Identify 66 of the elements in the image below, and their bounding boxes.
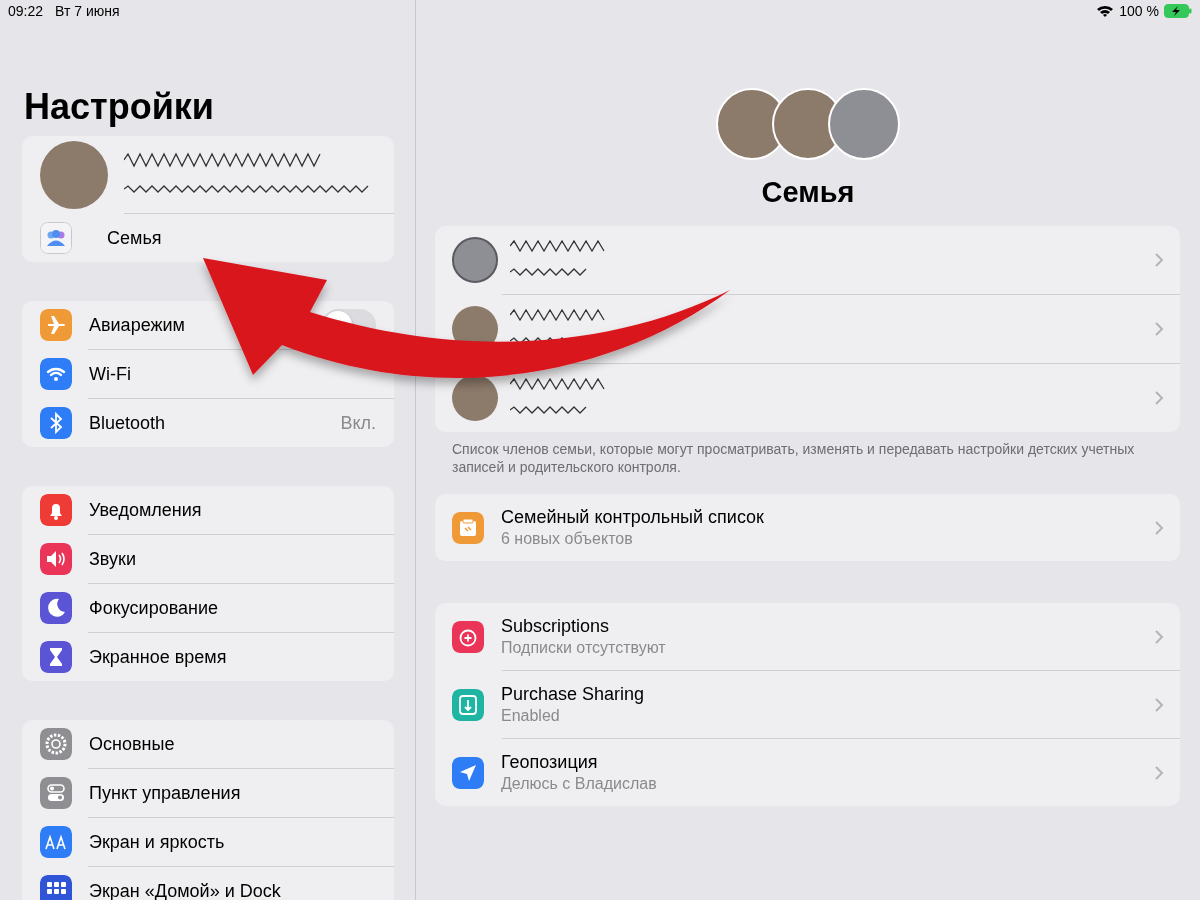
bell-icon (40, 494, 72, 526)
wifi-icon (40, 358, 72, 390)
settings-row[interactable]: Фокусирование (22, 584, 394, 632)
service-subtitle: Подписки отсутствуют (501, 639, 667, 657)
service-row[interactable]: Геопозиция Делюсь с Владислав (435, 739, 1180, 806)
footnote-text: Список членов семьи, которые могут просматривать, изменять и передавать настройки детских учетных записей и родительского контроля. (451, 440, 1136, 477)
hourglass-icon (40, 641, 72, 673)
speaker-icon (40, 543, 72, 575)
service-row[interactable]: Subscriptions Подписки отсутствуют (435, 603, 1180, 670)
chevron-icon (1154, 321, 1164, 337)
settings-row[interactable]: Уведомления (22, 486, 394, 534)
family-row[interactable]: Семья (22, 214, 394, 262)
avatar (452, 375, 498, 421)
download-icon (452, 688, 484, 721)
family-icon (40, 222, 72, 254)
family-title: Семья (761, 176, 855, 210)
row-label: Уведомления (89, 499, 203, 521)
row-label: Звуки (89, 548, 137, 570)
service-title: Purchase Sharing (501, 684, 646, 705)
settings-row[interactable]: Экранное время (22, 633, 394, 681)
row-label: Wi-Fi (89, 363, 132, 385)
service-row[interactable]: Purchase Sharing Enabled (435, 671, 1180, 738)
moon-icon (40, 592, 72, 624)
settings-row[interactable]: Звуки (22, 535, 394, 583)
row-label: Основные (89, 733, 176, 755)
row-label: Экран «Домой» и Dock (89, 880, 282, 900)
chevron-icon (1154, 519, 1164, 536)
status-date: Вт 7 июня (55, 3, 120, 19)
chevron-icon (1154, 252, 1164, 268)
checklist-row[interactable]: Семейный контрольный список 6 новых объектов (435, 494, 1180, 561)
row-label: Экран и яркость (89, 831, 226, 853)
grid-icon (40, 875, 72, 900)
chevron-icon (1154, 628, 1164, 645)
chevron-icon (1154, 390, 1164, 406)
row-label: Пункт управления (89, 782, 242, 804)
settings-row[interactable]: Экран и яркость (22, 818, 394, 866)
wifi-icon (1096, 4, 1115, 18)
service-title: Геопозиция (501, 752, 599, 773)
checklist-title: Семейный контрольный список (501, 507, 765, 528)
row-label: Авиарежим (89, 314, 186, 336)
service-title: Subscriptions (501, 616, 611, 637)
row-label: Экранное время (89, 646, 228, 668)
settings-row[interactable]: Экран «Домой» и Dock (22, 867, 394, 900)
letters-icon (40, 826, 72, 858)
checklist-subtitle: 6 новых объектов (501, 530, 634, 548)
settings-row[interactable]: Пункт управления (22, 769, 394, 817)
settings-row[interactable]: Основные (22, 720, 394, 768)
bluetooth-icon (40, 407, 72, 439)
airplane-icon (40, 309, 72, 341)
row-value: Вкл. (340, 412, 376, 434)
battery-charging-icon (1164, 4, 1192, 18)
switches-icon (40, 777, 72, 809)
chevron-icon (1154, 696, 1164, 713)
chevron-icon (1154, 764, 1164, 781)
row-label: Фокусирование (89, 597, 220, 619)
row-label: Bluetooth (89, 412, 167, 434)
battery-percent: 100 % (1119, 3, 1159, 19)
settings-row[interactable]: Bluetooth Вкл. (22, 399, 394, 447)
service-subtitle: Enabled (501, 707, 561, 725)
service-subtitle: Делюсь с Владислав (501, 775, 658, 793)
gear-icon (40, 728, 72, 760)
avatar (452, 237, 498, 283)
family-label: Семья (107, 227, 163, 249)
settings-title: Настройки (23, 86, 215, 129)
status-time: 09:22 (8, 3, 44, 19)
clipboard-icon (452, 511, 484, 544)
